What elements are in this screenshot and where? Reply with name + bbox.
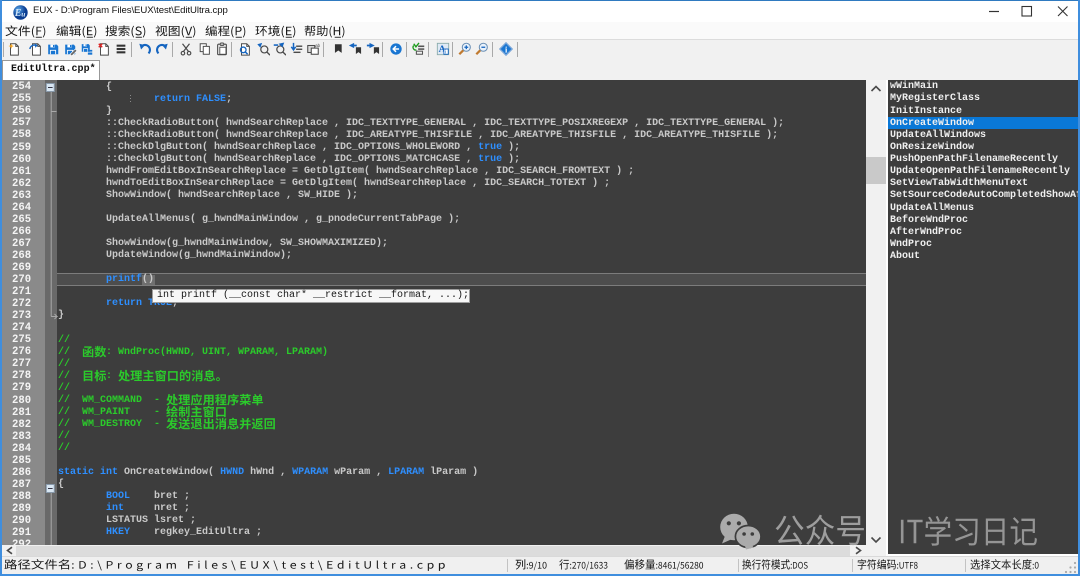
svg-text:ab: ab	[315, 43, 320, 48]
svg-text:u: u	[21, 9, 25, 18]
svg-text:i: i	[444, 49, 445, 55]
